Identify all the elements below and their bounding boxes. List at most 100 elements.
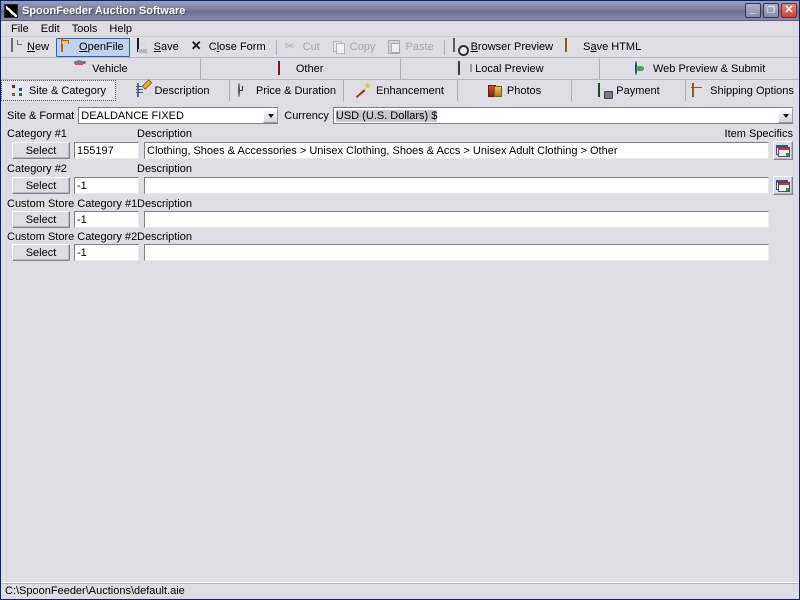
toolbar-browser-preview-button[interactable]: Browser Preview bbox=[448, 38, 560, 57]
close-x-icon: ✕ bbox=[190, 38, 202, 53]
tab-web-preview-submit[interactable]: Web Preview & Submit bbox=[600, 59, 799, 79]
item-specifics-icon bbox=[776, 144, 790, 157]
open-folder-icon bbox=[60, 38, 76, 55]
custom-store-category-1-row: Select -1 bbox=[7, 211, 793, 228]
tab-local-preview[interactable]: Local Preview bbox=[400, 59, 601, 79]
tab-site-category-label: Site & Category bbox=[28, 84, 107, 97]
toolbar-cut-button[interactable]: Cut bbox=[280, 38, 326, 57]
menu-help[interactable]: Help bbox=[103, 22, 138, 36]
menu-tools[interactable]: Tools bbox=[66, 22, 104, 36]
maximize-button[interactable]: ❐ bbox=[763, 3, 779, 18]
chevron-down-icon[interactable] bbox=[778, 108, 793, 123]
category-2-select-button[interactable]: Select bbox=[12, 177, 70, 194]
new-document-icon bbox=[8, 38, 24, 55]
custom-store-category-1-label: Custom Store Category #1 bbox=[7, 198, 138, 210]
tab-row-top: Vehicle Other Local Preview Web Preview … bbox=[1, 59, 799, 80]
globe-icon bbox=[634, 61, 648, 76]
tab-price-duration[interactable]: Price & Duration bbox=[230, 80, 344, 101]
toolbar-copy-label: Copy bbox=[349, 41, 376, 53]
chevron-down-icon[interactable] bbox=[263, 108, 279, 123]
site-format-label: Site & Format bbox=[7, 109, 75, 122]
tab-enhancement-label: Enhancement bbox=[376, 84, 444, 97]
tab-photos[interactable]: Photos bbox=[458, 80, 572, 101]
category-1-description-input[interactable]: Clothing, Shoes & Accessories > Unisex C… bbox=[144, 142, 769, 159]
custom-store-category-2-label: Custom Store Category #2 bbox=[7, 231, 138, 243]
category-1-code-input[interactable]: 155197 bbox=[74, 142, 139, 159]
floppy-disk-icon bbox=[135, 38, 151, 55]
app-icon bbox=[4, 3, 18, 18]
tab-description[interactable]: Description bbox=[116, 80, 230, 101]
custom-store-category-2-description-label: Description bbox=[137, 231, 193, 243]
tab-other[interactable]: Other bbox=[200, 59, 401, 79]
clipboard-icon bbox=[386, 39, 402, 55]
barcode-icon bbox=[277, 61, 291, 76]
toolbar-save-button[interactable]: Save bbox=[131, 38, 185, 57]
tab-payment-label: Payment bbox=[616, 84, 660, 97]
copy-icon bbox=[331, 39, 347, 55]
item-specifics-label: Item Specifics bbox=[724, 128, 793, 140]
maximize-icon: ❐ bbox=[766, 5, 776, 15]
site-category-panel: Site & Format DEALDANCE FIXED Currency U… bbox=[1, 101, 799, 261]
custom-store-category-1-code-input[interactable]: -1 bbox=[74, 211, 139, 228]
custom-store-category-1-select-button[interactable]: Select bbox=[12, 211, 70, 228]
close-button[interactable]: ✕ bbox=[781, 3, 797, 18]
custom-store-category-2-description-input[interactable] bbox=[144, 244, 769, 261]
category-1-item-specifics-button[interactable] bbox=[773, 141, 793, 160]
minimize-icon: _ bbox=[749, 1, 757, 15]
toolbar-new-label: ew bbox=[34, 41, 50, 53]
site-format-value: DEALDANCE FIXED bbox=[81, 109, 184, 122]
toolbar-close-form-button[interactable]: ✕ Close Form bbox=[186, 38, 272, 57]
menu-edit[interactable]: Edit bbox=[35, 22, 66, 36]
toolbar-openfile-button[interactable]: OpenFile bbox=[56, 37, 130, 57]
tab-other-label: Other bbox=[295, 63, 324, 75]
currency-value: USD (U.S. Dollars) $ bbox=[335, 109, 438, 122]
tab-payment[interactable]: Payment bbox=[572, 80, 686, 101]
currency-combo[interactable]: USD (U.S. Dollars) $ bbox=[332, 107, 793, 124]
category-2-row: Select -1 bbox=[7, 176, 793, 195]
toolbar-paste-button[interactable]: Paste bbox=[382, 38, 439, 57]
category-2-description-label: Description bbox=[137, 163, 193, 175]
category-1-header: Category #1 Description Item Specifics bbox=[7, 128, 793, 140]
category-2-item-specifics-button[interactable] bbox=[773, 176, 793, 195]
category-2-description-input[interactable] bbox=[144, 177, 769, 194]
toolbar: New OpenFile Save ✕ Close Form Cut Copy … bbox=[1, 37, 799, 58]
category-1-description-label: Description bbox=[137, 128, 193, 140]
custom-store-category-1-group: Custom Store Category #1 Description Sel… bbox=[1, 198, 799, 228]
menu-file[interactable]: File bbox=[5, 22, 35, 36]
custom-store-category-1-description-label: Description bbox=[137, 198, 193, 210]
site-format-combo[interactable]: DEALDANCE FIXED bbox=[78, 107, 279, 124]
custom-store-category-2-select-button[interactable]: Select bbox=[12, 244, 70, 261]
tab-vehicle-label: Vehicle bbox=[92, 63, 128, 75]
toolbar-save-label: ave bbox=[161, 41, 179, 53]
toolbar-browser-preview-label: rowser Preview bbox=[477, 41, 554, 53]
tab-shipping-options[interactable]: Shipping Options bbox=[686, 80, 799, 101]
tab-price-duration-label: Price & Duration bbox=[255, 84, 337, 97]
toolbar-save-html-button[interactable]: Save HTML bbox=[560, 38, 647, 57]
custom-store-category-2-row: Select -1 bbox=[7, 244, 793, 261]
car-icon bbox=[73, 62, 87, 76]
category-2-group: Category #2 Description Select -1 bbox=[1, 163, 799, 195]
toolbar-copy-button[interactable]: Copy bbox=[327, 38, 382, 57]
window-title: SpoonFeeder Auction Software bbox=[22, 4, 186, 17]
toolbar-paste-label: Paste bbox=[405, 41, 434, 53]
category-1-select-button[interactable]: Select bbox=[12, 142, 70, 159]
book-icon bbox=[456, 61, 470, 76]
toolbar-cut-label: Cut bbox=[302, 41, 320, 53]
tab-strip: Vehicle Other Local Preview Web Preview … bbox=[1, 58, 799, 101]
status-bar: C:\SpoonFeeder\Auctions\default.aie bbox=[1, 582, 799, 599]
category-2-code-input[interactable]: -1 bbox=[74, 177, 139, 194]
tab-site-category[interactable]: Site & Category bbox=[1, 80, 116, 101]
custom-store-category-2-code-input[interactable]: -1 bbox=[74, 244, 139, 261]
payment-icon bbox=[597, 82, 611, 98]
scissors-icon bbox=[284, 39, 300, 55]
tab-vehicle[interactable]: Vehicle bbox=[1, 59, 201, 79]
custom-store-category-1-description-input[interactable] bbox=[144, 211, 769, 228]
tab-enhancement[interactable]: Enhancement bbox=[344, 80, 458, 101]
title-bar: SpoonFeeder Auction Software _ ❐ ✕ bbox=[1, 1, 799, 21]
application-window: SpoonFeeder Auction Software _ ❐ ✕ File … bbox=[0, 0, 800, 600]
close-icon: ✕ bbox=[784, 4, 794, 16]
category-2-header: Category #2 Description bbox=[7, 163, 793, 175]
toolbar-new-button[interactable]: New bbox=[4, 38, 55, 57]
minimize-button[interactable]: _ bbox=[745, 1, 761, 18]
tab-local-preview-label: Local Preview bbox=[475, 63, 544, 75]
